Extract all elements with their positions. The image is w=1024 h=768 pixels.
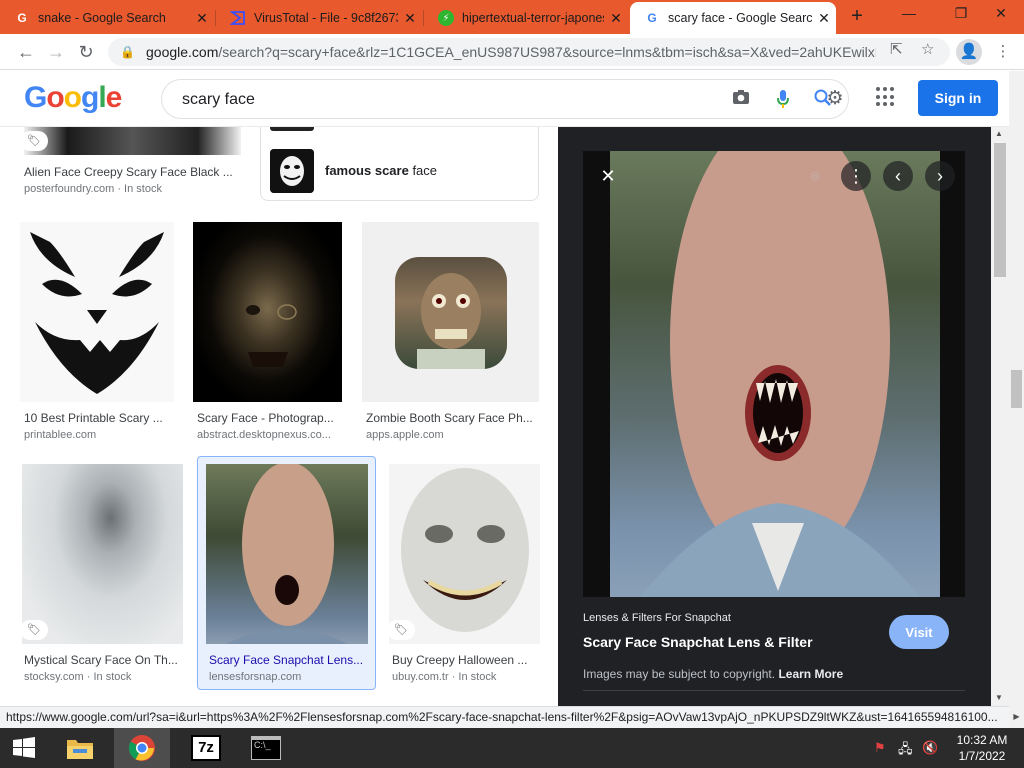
hipertextual-icon: ⚡ xyxy=(438,10,454,26)
result-title[interactable]: 10 Best Printable Scary ... xyxy=(24,411,174,425)
image-results: 🏷 Alien Face Creepy Scary Face Black ...… xyxy=(0,127,558,706)
close-tab-icon[interactable]: ✕ xyxy=(190,10,214,27)
close-tab-icon[interactable]: ✕ xyxy=(398,10,422,27)
virustotal-icon xyxy=(230,10,246,26)
chrome-menu-icon[interactable]: ⋮ xyxy=(990,39,1016,65)
google-g-icon: G xyxy=(647,11,657,25)
visit-button[interactable]: Visit xyxy=(889,615,949,649)
google-apps-icon[interactable] xyxy=(876,87,896,107)
action-center-flag-icon[interactable]: ⚑ xyxy=(874,740,886,756)
network-icon[interactable]: 🖧 xyxy=(898,740,913,762)
tab-hipertextual[interactable]: ⚡ hipertextual-terror-japones ✕ xyxy=(424,2,628,34)
shopping-tag-icon: 🏷 xyxy=(20,620,48,640)
copyright-notice: Images may be subject to copyright. Lear… xyxy=(583,667,844,681)
cmd-icon[interactable]: C:\_ xyxy=(238,728,294,768)
settings-gear-icon[interactable]: ⚙ xyxy=(824,88,846,110)
learn-more-link[interactable]: Learn More xyxy=(778,667,843,681)
preview-title[interactable]: Scary Face Snapchat Lens & Filter xyxy=(583,634,813,650)
url-text: google.com/search?q=scary+face&rlz=1C1GC… xyxy=(146,44,876,60)
back-icon[interactable]: ← xyxy=(14,40,38,64)
result-image-scary-face-photo[interactable] xyxy=(193,222,342,402)
preview-image[interactable] xyxy=(583,151,965,597)
windows-taskbar: 7z C:\_ ⚑ 🖧 🔇 10:32 AM 1/7/2022 xyxy=(0,728,1024,768)
result-title[interactable]: Buy Creepy Halloween ... xyxy=(392,653,540,667)
search-input[interactable] xyxy=(182,88,702,112)
window-close-icon[interactable]: ✕ xyxy=(978,0,1024,30)
previous-image-icon[interactable]: ‹ xyxy=(883,161,913,191)
shopping-tag-icon: 🏷 xyxy=(387,620,415,640)
minimize-icon[interactable]: — xyxy=(886,0,932,30)
close-preview-icon[interactable]: ✕ xyxy=(593,161,623,191)
google-logo[interactable]: Google xyxy=(24,81,122,115)
divider xyxy=(583,690,965,691)
clock-date: 1/7/2022 xyxy=(958,749,1006,763)
result-source: lensesforsnap.com xyxy=(209,671,302,683)
result-image-snapchat-lens[interactable] xyxy=(206,464,368,644)
bookmark-star-icon[interactable]: ☆ xyxy=(921,40,934,58)
related-search-card[interactable]: famous scare face xyxy=(260,127,539,201)
page-scrollbar[interactable] xyxy=(1009,71,1024,706)
system-clock[interactable]: 10:32 AM 1/7/2022 xyxy=(952,732,1012,764)
7zip-icon[interactable]: 7z xyxy=(178,728,234,768)
result-image-alien-face[interactable] xyxy=(24,127,241,155)
image-preview-panel: ✕ ⌾ ⋮ ‹ › Lenses & Filters For Snapchat … xyxy=(558,127,991,706)
result-source: abstract.desktopnexus.co... xyxy=(197,429,331,441)
more-options-icon[interactable]: ⋮ xyxy=(841,161,871,191)
new-tab-button[interactable]: + xyxy=(846,6,868,28)
sign-in-button[interactable]: Sign in xyxy=(918,80,998,116)
windows-start-icon[interactable] xyxy=(0,728,48,768)
result-source: apps.apple.com xyxy=(366,429,444,441)
browser-toolbar: ← → ↻ 🔒 google.com/search?q=scary+face&r… xyxy=(0,34,1024,70)
result-title[interactable]: Scary Face Snapchat Lens... xyxy=(209,653,367,667)
address-bar[interactable]: 🔒 google.com/search?q=scary+face&rlz=1C1… xyxy=(108,38,950,66)
camera-lens-icon[interactable] xyxy=(730,89,752,111)
result-image-printable-scary[interactable] xyxy=(20,222,174,402)
result-image-zombie-booth[interactable] xyxy=(362,222,539,402)
related-search-thumbnail xyxy=(270,149,314,193)
lock-icon: 🔒 xyxy=(120,45,135,59)
result-source: ubuy.com.tr · In stock xyxy=(392,671,497,683)
visual-search-icon[interactable]: ⌾ xyxy=(800,161,830,191)
preview-scrollbar-thumb[interactable] xyxy=(994,143,1006,277)
tab-strip: G snake - Google Search ✕ VirusTotal - F… xyxy=(0,0,1024,34)
result-source: printablee.com xyxy=(24,429,97,441)
result-image-mystical-face[interactable] xyxy=(22,464,183,644)
preview-scrollbar[interactable]: ▲ ▼ xyxy=(991,127,1009,706)
page-scrollbar-thumb[interactable] xyxy=(1011,370,1022,408)
tab-virustotal[interactable]: VirusTotal - File - 9c8f2673 ✕ xyxy=(216,2,422,34)
google-header: Google ⚙ Sign in xyxy=(0,71,1009,127)
profile-avatar[interactable]: 👤 xyxy=(956,39,982,65)
tab-scary-face-search[interactable]: G scary face - Google Search ✕ xyxy=(630,2,836,34)
shopping-tag-icon: 🏷 xyxy=(20,131,48,151)
result-source: posterfoundry.com · In stock xyxy=(24,183,162,195)
file-explorer-icon[interactable] xyxy=(52,728,108,768)
tab-title: hipertextual-terror-japones xyxy=(462,11,604,25)
tab-snake-search[interactable]: G snake - Google Search ✕ xyxy=(0,2,214,34)
reload-icon[interactable]: ↻ xyxy=(74,40,98,64)
chrome-icon[interactable] xyxy=(114,728,170,768)
tab-title: snake - Google Search xyxy=(38,11,166,25)
scroll-right-icon[interactable]: ▶ xyxy=(1009,706,1024,728)
tab-title: scary face - Google Search xyxy=(668,11,812,25)
search-box xyxy=(161,79,849,119)
preview-source[interactable]: Lenses & Filters For Snapchat xyxy=(583,612,731,624)
result-title[interactable]: Zombie Booth Scary Face Ph... xyxy=(366,411,538,425)
result-image-halloween-mask[interactable] xyxy=(389,464,540,644)
clock-time: 10:32 AM xyxy=(956,733,1008,747)
forward-icon[interactable]: → xyxy=(44,40,68,64)
tab-title: VirusTotal - File - 9c8f2673 xyxy=(254,11,398,25)
share-icon[interactable]: ⇱ xyxy=(890,40,903,58)
close-tab-icon[interactable]: ✕ xyxy=(604,10,628,27)
related-search-label: famous scare face xyxy=(325,163,438,178)
result-source: stocksy.com · In stock xyxy=(24,671,132,683)
microphone-icon[interactable] xyxy=(772,89,794,111)
status-url: https://www.google.com/url?sa=i&url=http… xyxy=(0,706,1009,728)
close-tab-icon[interactable]: ✕ xyxy=(812,10,836,27)
result-title[interactable]: Mystical Scary Face On Th... xyxy=(24,653,181,667)
next-image-icon[interactable]: › xyxy=(925,161,955,191)
volume-muted-icon[interactable]: 🔇 xyxy=(922,740,938,756)
google-g-icon: G xyxy=(17,11,27,25)
result-title[interactable]: Scary Face - Photograp... xyxy=(197,411,342,425)
result-title[interactable]: Alien Face Creepy Scary Face Black ... xyxy=(24,165,240,179)
